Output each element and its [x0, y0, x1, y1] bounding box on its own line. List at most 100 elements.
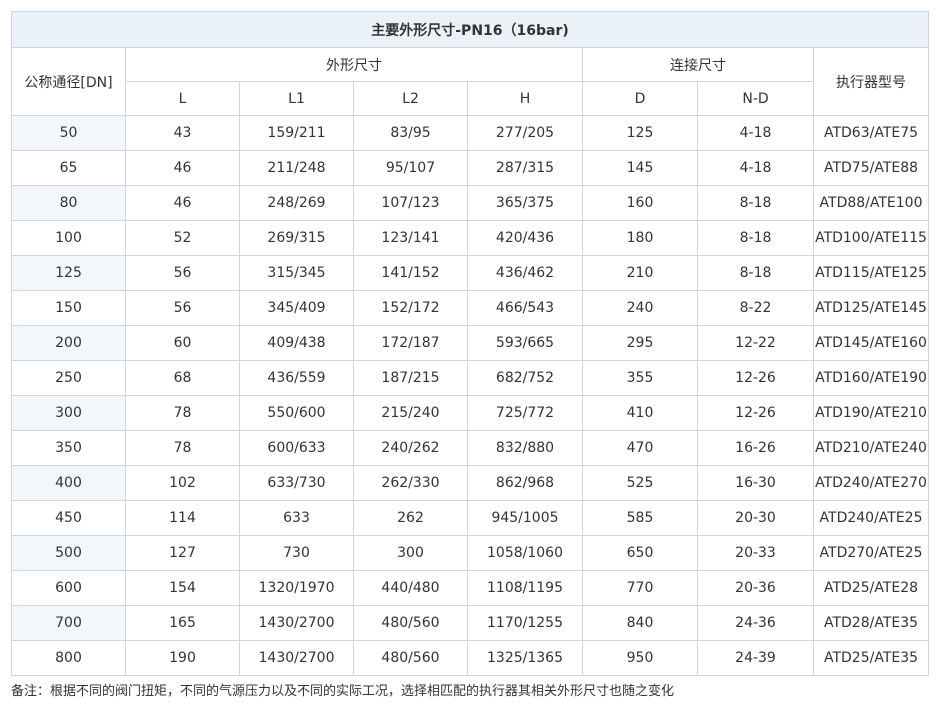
- cell-l1: 550/600: [239, 395, 354, 431]
- cell-actuator: ATD210/ATE240: [812, 430, 930, 466]
- cell-l1: 730: [239, 535, 354, 571]
- table-row: 250 68 436/559 187/215 682/752 355 12-26 ATD160…: [11, 360, 930, 396]
- cell-l: 114: [125, 500, 240, 536]
- cell-actuator: ATD270/ATE25: [812, 535, 930, 571]
- cell-d: 950: [582, 640, 698, 676]
- cell-l1: 1430/2700: [239, 605, 354, 641]
- cell-h: 593/665: [467, 325, 583, 361]
- table-row: 80 46 248/269 107/123 365/375 160 8-18 ATD88/AT…: [11, 185, 930, 221]
- cell-l: 165: [125, 605, 240, 641]
- table-title: 主要外形尺寸-PN16（16bar): [10, 11, 930, 48]
- cell-l: 190: [125, 640, 240, 676]
- cell-dn: 350: [11, 430, 126, 466]
- cell-l: 127: [125, 535, 240, 571]
- cell-dn: 125: [11, 255, 126, 291]
- cell-l1: 600/633: [239, 430, 354, 466]
- header-l: L: [125, 81, 240, 116]
- header-n-d: N-D: [697, 81, 814, 116]
- cell-l1: 436/559: [239, 360, 354, 396]
- cell-h: 725/772: [467, 395, 583, 431]
- cell-l2: 152/172: [353, 290, 468, 326]
- cell-d: 840: [582, 605, 698, 641]
- table-row: 350 78 600/633 240/262 832/880 470 16-26 ATD210…: [11, 430, 930, 466]
- cell-d: 770: [582, 570, 698, 606]
- cell-n-d: 4-18: [697, 150, 814, 186]
- cell-actuator: ATD240/ATE25: [812, 500, 930, 536]
- cell-n-d: 16-30: [697, 465, 814, 501]
- cell-h: 466/543: [467, 290, 583, 326]
- cell-l2: 262/330: [353, 465, 468, 501]
- cell-actuator: ATD190/ATE210: [812, 395, 930, 431]
- cell-l: 68: [125, 360, 240, 396]
- footnote: 备注：根据不同的阀门扭矩，不同的气源压力以及不同的实际工况，选择相匹配的执行器其…: [11, 684, 675, 699]
- cell-d: 210: [582, 255, 698, 291]
- table-row: 400 102 633/730 262/330 862/968 525 16-30 ATD24…: [11, 465, 930, 501]
- table-row: 150 56 345/409 152/172 466/543 240 8-22 ATD125/…: [11, 290, 930, 326]
- cell-actuator: ATD63/ATE75: [812, 115, 930, 151]
- cell-dn: 80: [11, 185, 126, 221]
- cell-h: 420/436: [467, 220, 583, 256]
- header-dn: 公称通径[DN]: [11, 47, 126, 116]
- cell-n-d: 8-18: [697, 220, 814, 256]
- cell-d: 650: [582, 535, 698, 571]
- cell-l1: 1320/1970: [239, 570, 354, 606]
- table-row: 50 43 159/211 83/95 277/205 125 4-18 ATD63/ATE7…: [11, 115, 930, 151]
- cell-l1: 409/438: [239, 325, 354, 361]
- cell-l: 46: [125, 150, 240, 186]
- cell-d: 145: [582, 150, 698, 186]
- cell-l2: 440/480: [353, 570, 468, 606]
- cell-d: 355: [582, 360, 698, 396]
- cell-l1: 345/409: [239, 290, 354, 326]
- cell-d: 180: [582, 220, 698, 256]
- cell-l2: 83/95: [353, 115, 468, 151]
- cell-actuator: ATD115/ATE125: [812, 255, 930, 291]
- cell-dn: 250: [11, 360, 126, 396]
- cell-l: 43: [125, 115, 240, 151]
- cell-l2: 262: [353, 500, 468, 536]
- cell-h: 1325/1365: [467, 640, 583, 676]
- cell-h: 1058/1060: [467, 535, 583, 571]
- cell-actuator: ATD25/ATE28: [812, 570, 930, 606]
- cell-h: 832/880: [467, 430, 583, 466]
- table-row: 600 154 1320/1970 440/480 1108/1195 770 20-36 A…: [11, 570, 930, 606]
- cell-dn: 150: [11, 290, 126, 326]
- cell-actuator: ATD88/ATE100: [812, 185, 930, 221]
- cell-l2: 480/560: [353, 605, 468, 641]
- cell-dn: 400: [11, 465, 126, 501]
- cell-l2: 300: [353, 535, 468, 571]
- table-row: 450 114 633 262 945/1005 585 20-30 ATD240/ATE25: [11, 500, 930, 536]
- cell-d: 240: [582, 290, 698, 326]
- cell-l: 78: [125, 430, 240, 466]
- cell-l1: 633: [239, 500, 354, 536]
- cell-l1: 1430/2700: [239, 640, 354, 676]
- cell-n-d: 20-36: [697, 570, 814, 606]
- cell-l2: 141/152: [353, 255, 468, 291]
- cell-n-d: 12-26: [697, 395, 814, 431]
- cell-l: 46: [125, 185, 240, 221]
- spec-table-container: 主要外形尺寸-PN16（16bar) 公称通径[DN] 外形尺寸 连接尺寸 执行…: [10, 11, 930, 676]
- cell-l2: 215/240: [353, 395, 468, 431]
- cell-n-d: 8-22: [697, 290, 814, 326]
- cell-actuator: ATD240/ATE270: [812, 465, 930, 501]
- header-l1: L1: [239, 81, 354, 116]
- table-row: 200 60 409/438 172/187 593/665 295 12-22 ATD145…: [11, 325, 930, 361]
- cell-l2: 480/560: [353, 640, 468, 676]
- cell-d: 295: [582, 325, 698, 361]
- cell-dn: 500: [11, 535, 126, 571]
- spec-table: 主要外形尺寸-PN16（16bar) 公称通径[DN] 外形尺寸 连接尺寸 执行…: [10, 11, 930, 676]
- cell-dn: 600: [11, 570, 126, 606]
- header-h: H: [467, 81, 583, 116]
- cell-actuator: ATD75/ATE88: [812, 150, 930, 186]
- cell-d: 585: [582, 500, 698, 536]
- table-row: 100 52 269/315 123/141 420/436 180 8-18 ATD100/…: [11, 220, 930, 256]
- cell-h: 287/315: [467, 150, 583, 186]
- cell-n-d: 8-18: [697, 185, 814, 221]
- cell-l2: 240/262: [353, 430, 468, 466]
- cell-dn: 100: [11, 220, 126, 256]
- cell-actuator: ATD28/ATE35: [812, 605, 930, 641]
- cell-h: 862/968: [467, 465, 583, 501]
- header-d: D: [582, 81, 698, 116]
- cell-dn: 700: [11, 605, 126, 641]
- cell-l1: 159/211: [239, 115, 354, 151]
- cell-l1: 633/730: [239, 465, 354, 501]
